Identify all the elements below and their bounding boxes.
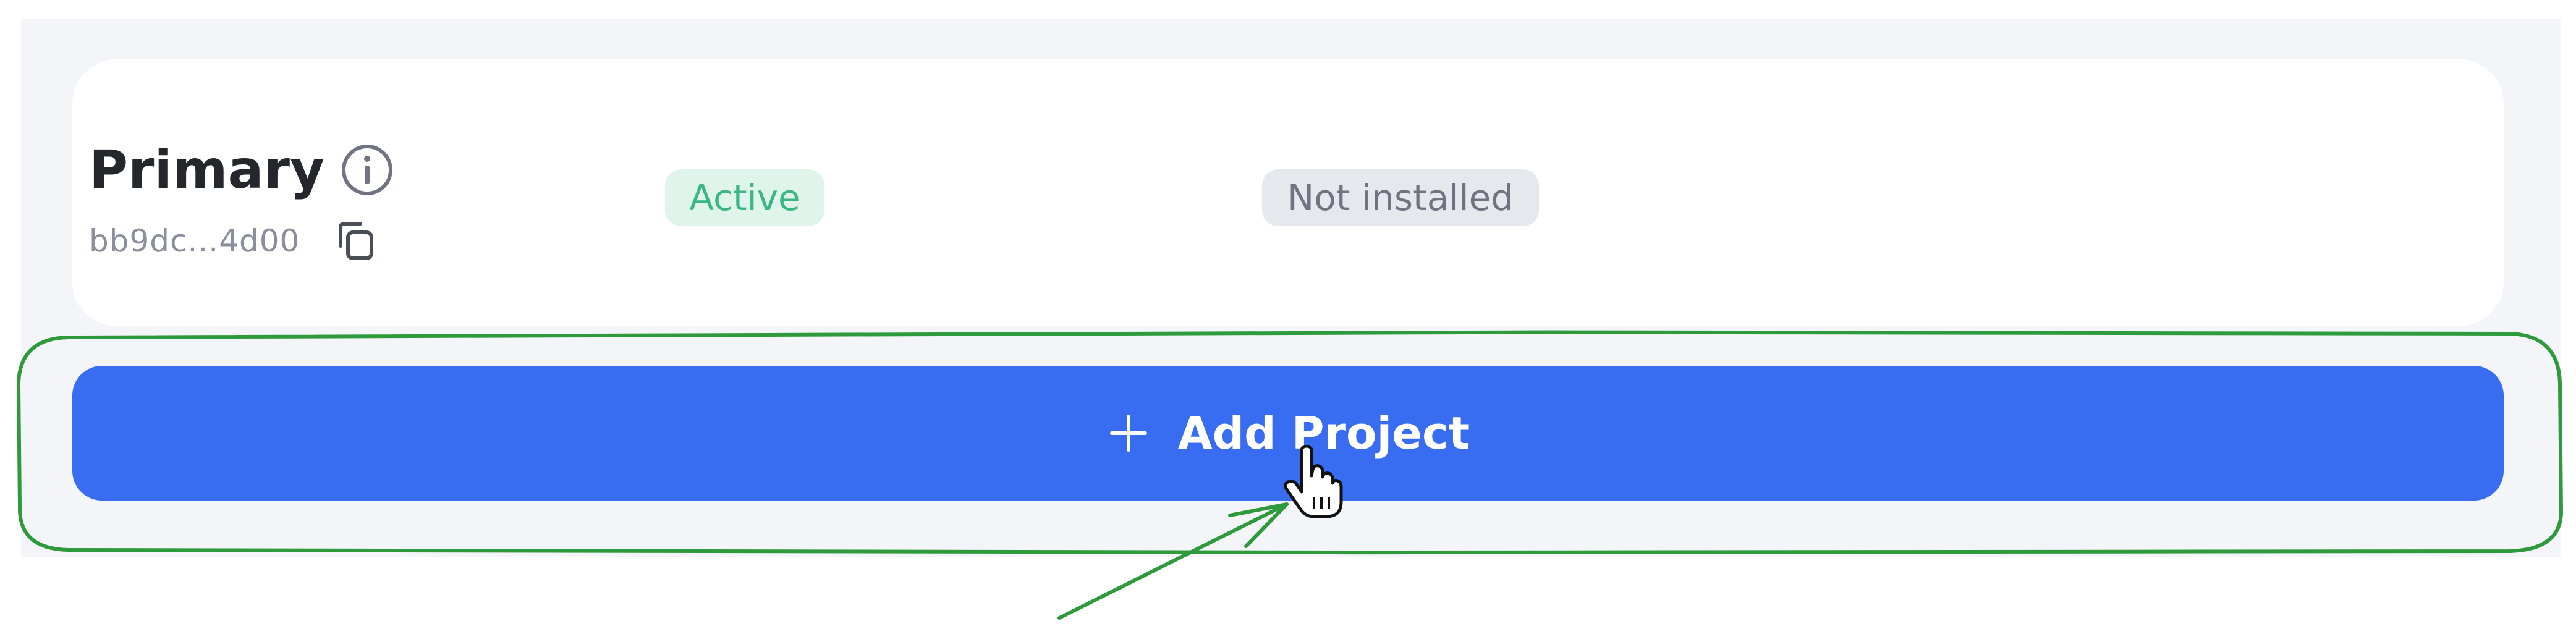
plus-icon	[1109, 415, 1147, 452]
page: Primary bb9dc...4d00 Active Not installe…	[0, 0, 2576, 634]
install-status-badge: Not installed	[1262, 169, 1539, 226]
hand-pointer-cursor-icon	[1283, 445, 1343, 518]
project-id: bb9dc...4d00	[89, 223, 300, 259]
project-id-row: bb9dc...4d00	[89, 216, 379, 266]
project-title-row: Primary	[89, 130, 394, 210]
info-icon[interactable]	[341, 143, 394, 197]
status-badge: Active	[665, 169, 824, 226]
copy-icon[interactable]	[332, 218, 379, 264]
project-name: Primary	[89, 139, 325, 201]
